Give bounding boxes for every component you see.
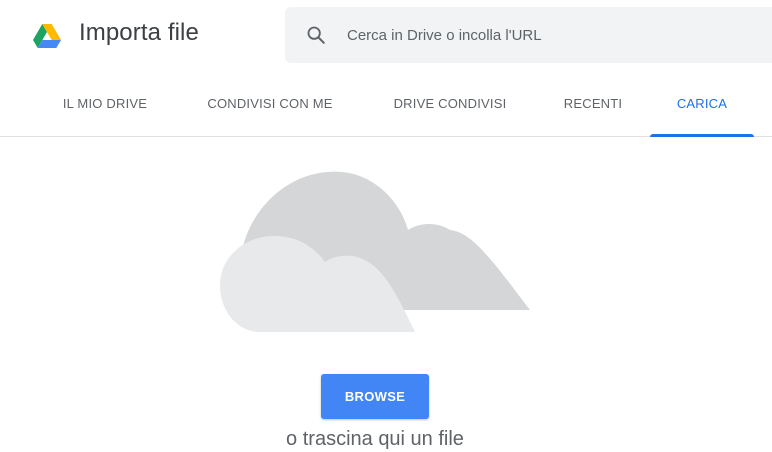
tab-recent[interactable]: RECENTI: [552, 70, 634, 136]
tab-shared-drives[interactable]: DRIVE CONDIVISI: [378, 70, 522, 136]
file-picker-dialog: Importa file IL MIO DRIVE CONDIVISI CON …: [0, 0, 772, 452]
page-title: Importa file: [79, 19, 199, 46]
search-input[interactable]: [347, 7, 747, 63]
search-icon[interactable]: [305, 24, 327, 46]
picker-header: Importa file: [0, 0, 772, 70]
tab-bar: IL MIO DRIVE CONDIVISI CON ME DRIVE COND…: [0, 70, 772, 137]
active-tab-indicator: [650, 134, 754, 137]
cloud-illustration-icon: [220, 171, 530, 332]
drop-hint-text: o trascina qui un file: [286, 428, 464, 450]
tab-shared-with-me[interactable]: CONDIVISI CON ME: [192, 70, 348, 136]
google-drive-logo-icon: [33, 24, 61, 48]
search-box[interactable]: [285, 7, 772, 63]
tab-upload[interactable]: CARICA: [650, 70, 754, 136]
browse-button[interactable]: BROWSE: [321, 374, 429, 419]
tab-my-drive[interactable]: IL MIO DRIVE: [50, 70, 160, 136]
